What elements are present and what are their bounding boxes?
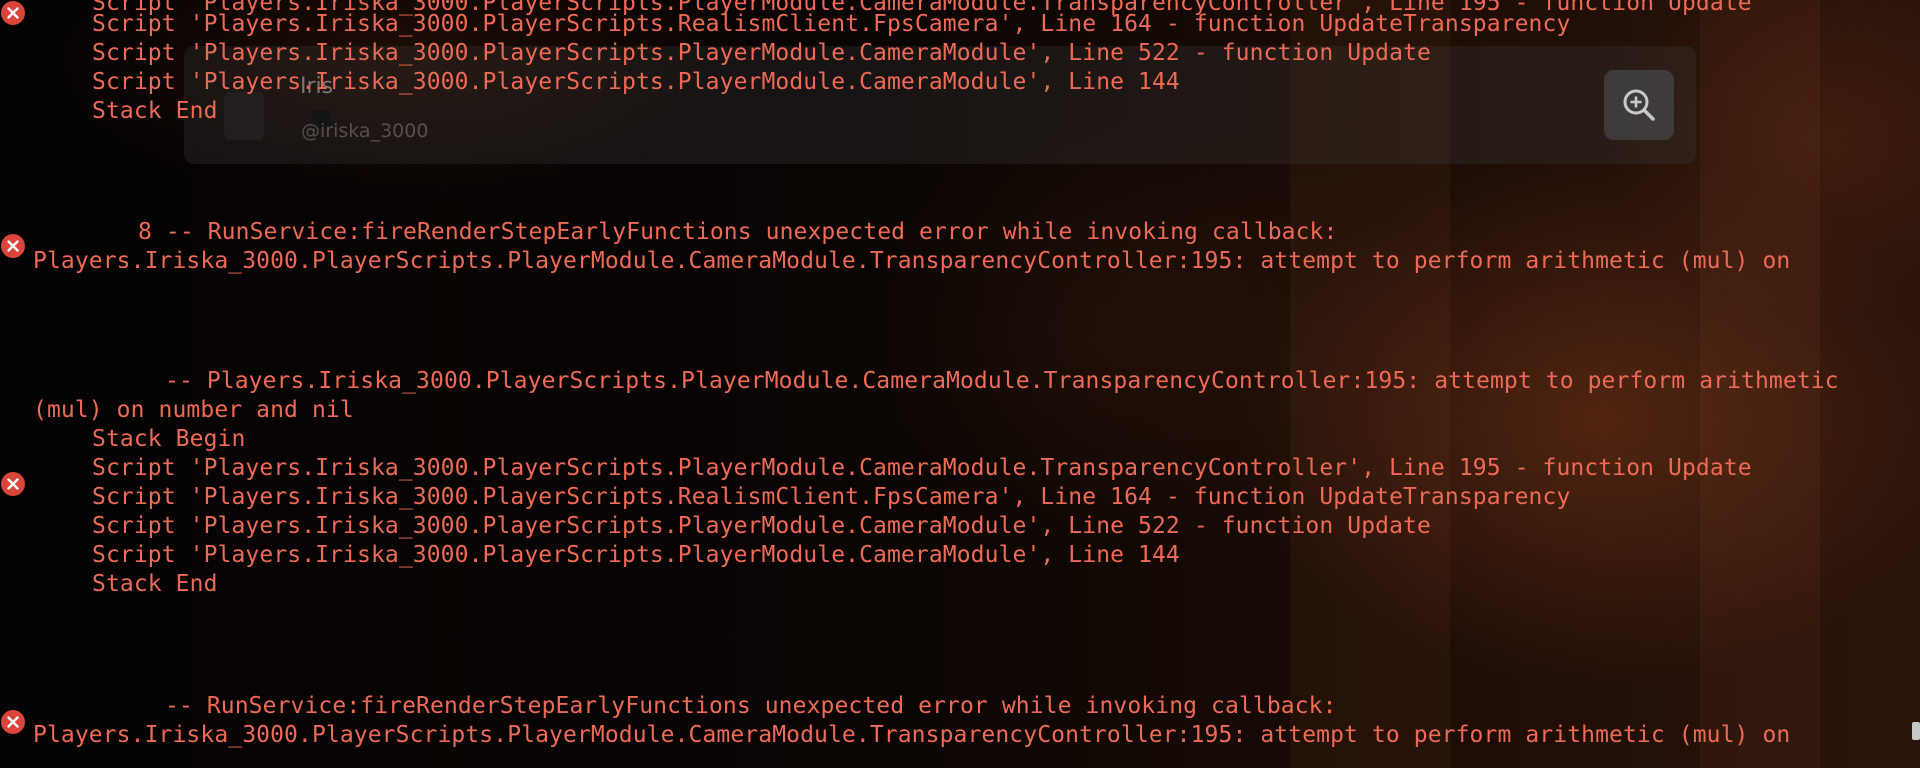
stack-begin-line: Stack Begin [92, 426, 246, 452]
stack-end-line: Stack End [92, 571, 218, 597]
stack-trace-line: Script 'Players.Iriska_3000.PlayerScript… [92, 69, 1180, 95]
developer-console-output[interactable]: Script 'Players.Iriska_3000.PlayerScript… [0, 0, 1920, 768]
console-scrollbar-thumb[interactable] [1912, 722, 1920, 740]
stack-trace-line: Script 'Players.Iriska_3000.PlayerScript… [92, 455, 1752, 481]
error-message-line: (mul) on number and nil [33, 397, 354, 423]
error-message-line: -- RunService:fireRenderStepEarlyFunctio… [165, 693, 1337, 719]
error-message-line: -- Players.Iriska_3000.PlayerScripts.Pla… [165, 368, 1839, 394]
stack-trace-line: Script 'Players.Iriska_3000.PlayerScript… [92, 11, 1571, 37]
stack-trace-line: Script 'Players.Iriska_3000.PlayerScript… [92, 484, 1571, 510]
stack-trace-line: Script 'Players.Iriska_3000.PlayerScript… [92, 40, 1431, 66]
error-x-icon [1, 472, 25, 496]
error-message-line: Players.Iriska_3000.PlayerScripts.Player… [33, 248, 1791, 274]
stack-trace-line: Script 'Players.Iriska_3000.PlayerScript… [92, 513, 1431, 539]
error-x-icon [1, 1, 25, 25]
error-x-icon [1, 710, 25, 734]
stack-end-line: Stack End [92, 98, 218, 124]
error-x-icon [1, 234, 25, 258]
stack-trace-line: Script 'Players.Iriska_3000.PlayerScript… [92, 542, 1180, 568]
error-message-line: 8 -- RunService:fireRenderStepEarlyFunct… [138, 219, 1338, 245]
error-message-line: Players.Iriska_3000.PlayerScripts.Player… [33, 722, 1791, 748]
